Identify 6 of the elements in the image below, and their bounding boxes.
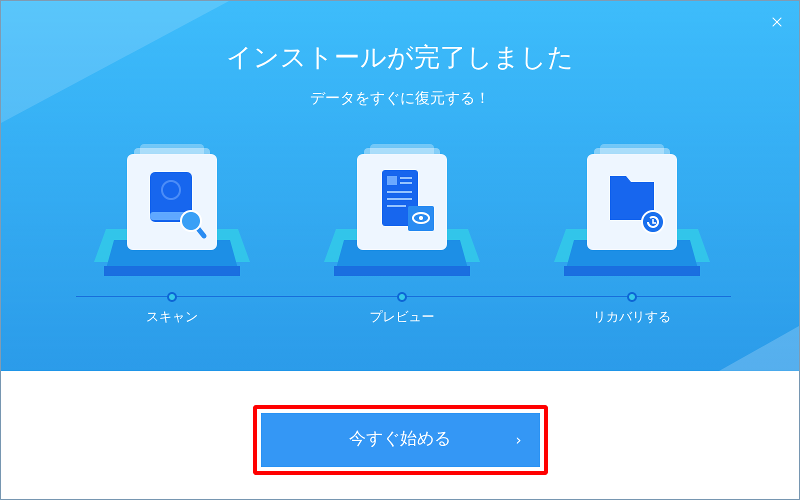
window-title: インストールが完了しました bbox=[226, 42, 574, 75]
subtitle: データをすぐに復元する！ bbox=[310, 88, 490, 109]
step-label: プレビュー bbox=[370, 308, 434, 326]
start-button[interactable]: 今すぐ始める › bbox=[260, 413, 540, 467]
step-label: スキャン bbox=[146, 308, 198, 326]
step-label: リカバリする bbox=[593, 308, 671, 326]
